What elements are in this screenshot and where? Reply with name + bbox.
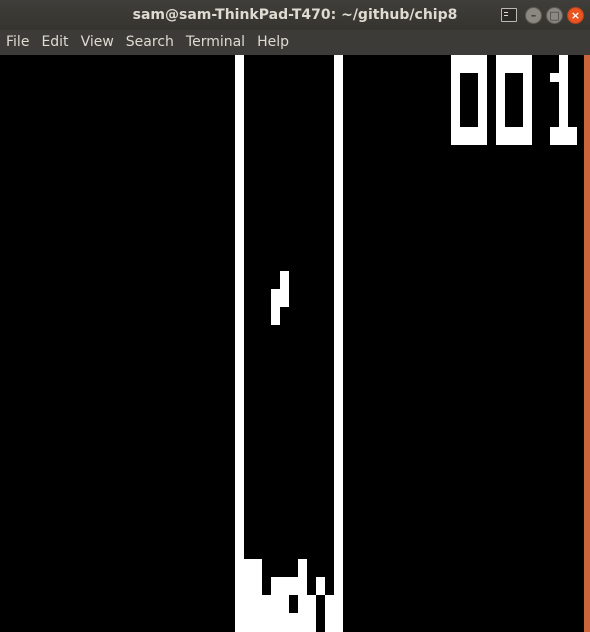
stack-hole	[316, 595, 325, 613]
game-layer	[235, 55, 577, 632]
stack-block	[316, 577, 325, 595]
score-digit-1-tip	[550, 73, 559, 82]
maximize-icon: □	[549, 8, 560, 22]
stack-block	[298, 559, 307, 632]
game-canvas: 001	[235, 55, 577, 632]
title-bar[interactable]: sam@sam-ThinkPad-T470: ~/github/chip8 – …	[0, 0, 590, 30]
score-digit-1	[559, 55, 568, 127]
score-digit-0-hole	[505, 73, 523, 127]
menu-view[interactable]: View	[75, 30, 120, 55]
menu-file[interactable]: File	[0, 30, 35, 55]
maximize-button[interactable]: □	[546, 6, 563, 24]
stack-block	[262, 595, 271, 632]
menu-bar: File Edit View Search Terminal Help	[0, 30, 590, 55]
terminal-icon	[501, 8, 517, 22]
scrollbar[interactable]	[584, 55, 590, 632]
menu-edit[interactable]: Edit	[35, 30, 74, 55]
menu-terminal[interactable]: Terminal	[180, 30, 251, 55]
score-digit-0-hole	[460, 73, 478, 127]
minimize-icon: –	[530, 8, 537, 22]
falling-piece-block	[280, 271, 289, 289]
menu-search[interactable]: Search	[120, 30, 180, 55]
terminal-screen[interactable]: 001	[0, 55, 584, 632]
menu-help[interactable]: Help	[251, 30, 295, 55]
stack-block	[307, 595, 316, 632]
stack-block	[325, 595, 334, 632]
right-wall	[334, 55, 343, 632]
falling-piece-block	[271, 289, 289, 307]
window-controls: – □ ×	[501, 6, 584, 24]
falling-piece-block	[271, 307, 280, 325]
close-icon: ×	[570, 8, 581, 22]
left-wall	[235, 55, 244, 632]
terminal-window: sam@sam-ThinkPad-T470: ~/github/chip8 – …	[0, 0, 590, 632]
stack-block	[244, 559, 262, 632]
score-digit-1-base	[550, 127, 577, 145]
stack-hole	[289, 595, 298, 613]
minimize-button[interactable]: –	[525, 6, 542, 24]
close-button[interactable]: ×	[567, 6, 584, 24]
